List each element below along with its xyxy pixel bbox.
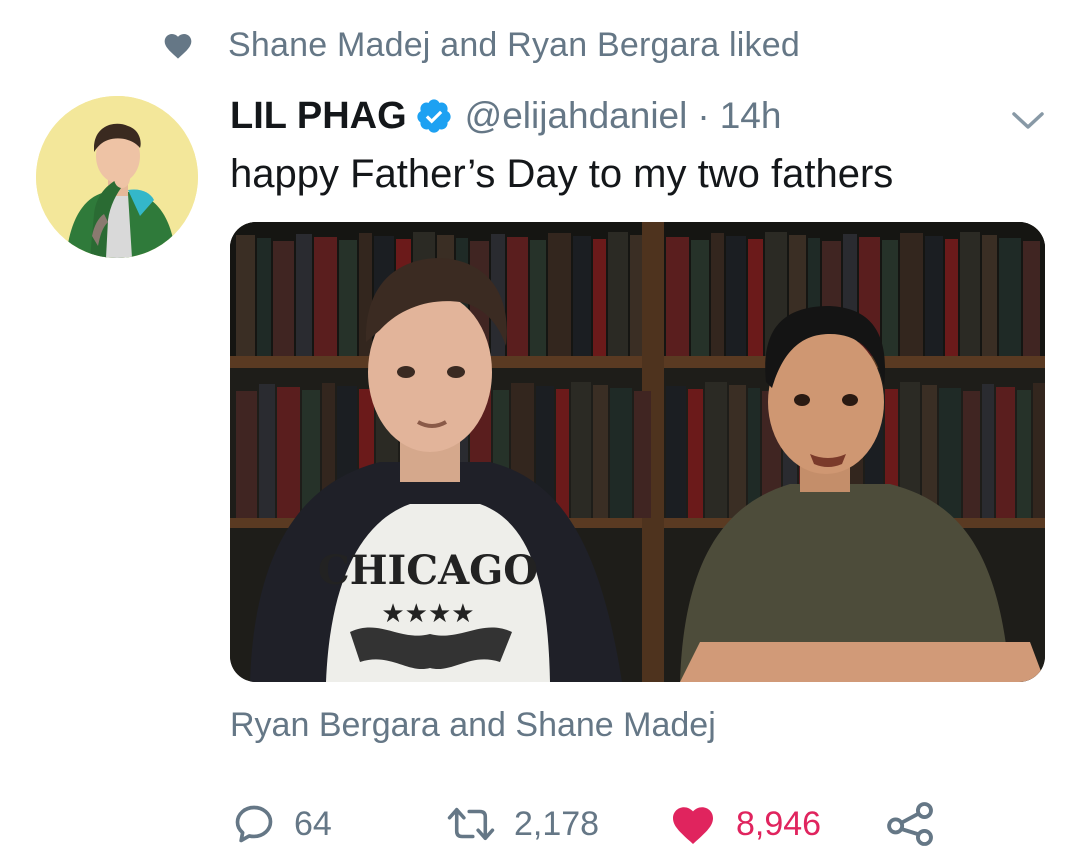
heart-filled-icon	[673, 807, 713, 844]
like-count: 8,946	[736, 804, 822, 843]
reply-count: 64	[294, 804, 332, 843]
shirt-text: CHICAGO	[318, 547, 538, 594]
book-spine	[571, 382, 591, 518]
tweet-actions: 64 2,178 8,946	[232, 796, 992, 856]
book-spine	[608, 232, 628, 356]
book-spine	[960, 232, 980, 356]
book-spine	[257, 238, 271, 356]
heart-icon	[164, 33, 192, 59]
book-spine	[593, 385, 608, 518]
separator-dot: ·	[697, 95, 710, 136]
book-spine	[296, 234, 312, 356]
like-button[interactable]: 8,946	[668, 796, 821, 852]
book-spine	[945, 239, 958, 356]
book-spine	[259, 384, 275, 518]
timestamp[interactable]: 14h	[720, 95, 782, 137]
social-context-text: Shane Madej and Ryan Bergara liked	[228, 26, 800, 64]
book-spine	[666, 386, 686, 518]
book-spine	[314, 237, 337, 356]
book-spine	[963, 391, 980, 518]
book-spine	[610, 388, 632, 518]
book-spine	[1033, 383, 1045, 518]
book-spine	[573, 236, 591, 356]
reply-icon	[235, 805, 273, 843]
book-spine	[530, 240, 546, 356]
book-spine	[925, 236, 943, 356]
book-spine	[339, 240, 357, 356]
book-spine	[996, 387, 1015, 518]
retweet-button[interactable]: 2,178	[446, 796, 599, 852]
book-spine	[548, 233, 571, 356]
retweet-icon	[447, 807, 495, 841]
book-spine	[556, 389, 569, 518]
book-spine	[982, 235, 997, 356]
tweet-media[interactable]: CHICAGO ★★★★	[230, 222, 1045, 682]
book-spine	[705, 382, 727, 518]
book-spine	[273, 241, 294, 356]
avatar[interactable]	[36, 96, 198, 258]
book-spine	[236, 391, 257, 518]
reply-button[interactable]: 64	[232, 796, 332, 852]
book-spine	[688, 389, 703, 518]
book-spine	[882, 240, 898, 356]
share-button[interactable]	[886, 796, 936, 852]
book-spine	[691, 240, 709, 356]
user-handle[interactable]: @elijahdaniel	[465, 95, 688, 137]
book-spine	[939, 388, 961, 518]
tweet-text: happy Father’s Day to my two fathers	[230, 152, 894, 196]
book-spine	[634, 391, 651, 518]
media-caption[interactable]: Ryan Bergara and Shane Madej	[230, 706, 716, 745]
chevron-down-icon[interactable]	[1008, 106, 1048, 134]
shirt-stars: ★★★★	[381, 599, 474, 629]
retweet-count: 2,178	[514, 804, 600, 843]
media-image: CHICAGO ★★★★	[230, 222, 1045, 682]
book-spine	[726, 236, 746, 356]
book-spine	[729, 385, 746, 518]
avatar-image	[36, 96, 198, 258]
share-icon	[887, 802, 933, 846]
verified-badge-icon	[417, 99, 451, 133]
book-spine	[507, 237, 528, 356]
book-spine	[1023, 241, 1040, 356]
book-spine	[236, 235, 255, 356]
book-spine	[982, 384, 994, 518]
tweet-header: LIL PHAG @elijahdaniel · 14h	[230, 92, 781, 140]
book-spine	[593, 239, 606, 356]
book-spine	[1017, 390, 1031, 518]
display-name[interactable]: LIL PHAG	[230, 95, 407, 138]
book-spine	[900, 233, 923, 356]
book-spine	[748, 239, 763, 356]
book-spine	[999, 238, 1021, 356]
social-context[interactable]: Shane Madej and Ryan Bergara liked	[162, 26, 800, 65]
book-spine	[277, 387, 300, 518]
book-spine	[666, 237, 689, 356]
book-spine	[711, 233, 724, 356]
